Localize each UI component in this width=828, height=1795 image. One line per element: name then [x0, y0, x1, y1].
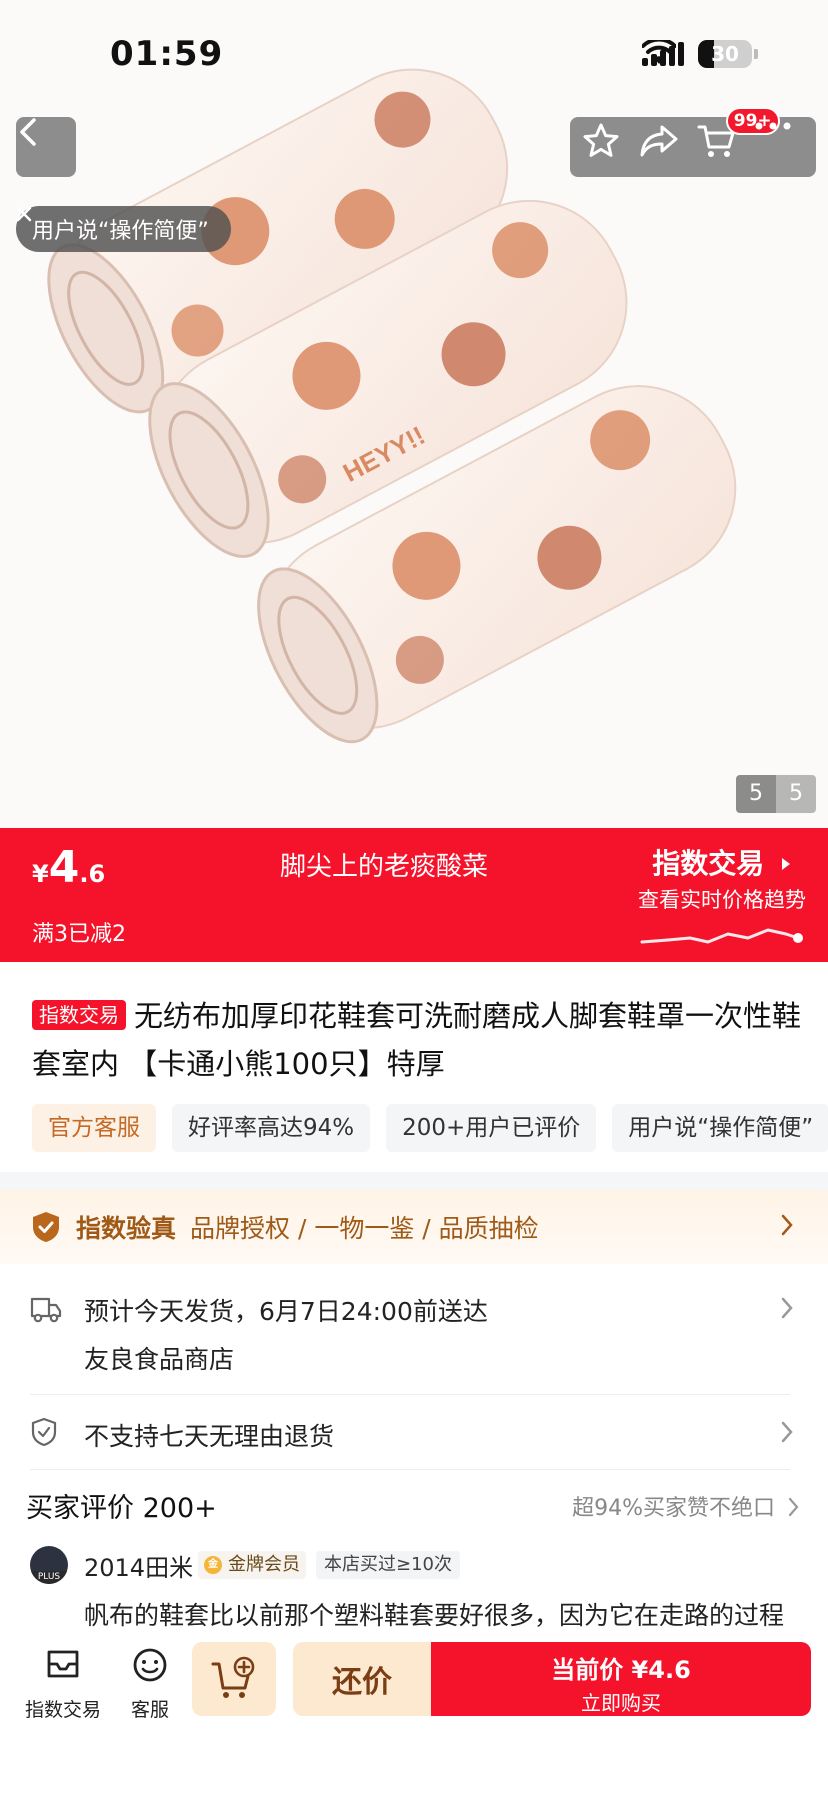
chevron-right-icon — [781, 1214, 793, 1236]
reviewer-name: 2014田米 — [84, 1554, 194, 1582]
return-shield-icon — [31, 1417, 57, 1447]
index-trade-link[interactable]: 指数交易 — [652, 842, 792, 882]
reviews-heading: 买家评价 200+ — [26, 1493, 217, 1524]
product-image-carousel[interactable]: HEYY!! 01:59 30 99+ 用户说“操作简便” 5 5 — [0, 0, 828, 828]
member-label: 金牌会员 — [228, 1554, 300, 1575]
index-trade-icon — [47, 1650, 79, 1678]
battery-icon: 30 — [698, 40, 752, 68]
tag-positive-rate[interactable]: 好评率高达94% — [172, 1104, 371, 1152]
image-counter: 5 5 — [736, 775, 816, 813]
currency-symbol: ¥ — [32, 860, 49, 888]
product-tag-row: 官方客服 好评率高达94% 200+用户已评价 用户说“操作简便” — [32, 1104, 828, 1152]
product-detail-page: HEYY!! 01:59 30 99+ 用户说“操作简便” 5 5 ¥4.6 满… — [0, 0, 828, 1795]
wifi-icon — [642, 40, 676, 64]
back-button[interactable] — [16, 117, 76, 177]
share-button[interactable] — [638, 121, 690, 173]
reviews-summary: 超94%买家赞不绝口 — [572, 1496, 775, 1521]
chevron-right-icon — [781, 1297, 793, 1319]
buy-now-label: 立即购买 — [581, 1691, 661, 1715]
index-trade-tab[interactable]: 指数交易 — [22, 1646, 104, 1722]
close-icon[interactable] — [16, 206, 32, 222]
review-text[interactable]: 帆布的鞋套比以前那个塑料鞋套要好很多，因为它在走路的过程 — [84, 1596, 784, 1632]
product-title-block: 指数交易 无纺布加厚印花鞋套可洗耐磨成人脚套鞋罩一次性鞋套室内 【卡通小熊100只… — [32, 992, 812, 1088]
star-icon — [583, 123, 619, 157]
price-decimal: .6 — [79, 860, 106, 888]
back-icon — [20, 118, 36, 146]
status-bar: 01:59 30 — [0, 0, 828, 110]
bargain-button[interactable]: 还价 — [293, 1642, 431, 1716]
price-banner: ¥4.6 满3已减2 脚尖上的老痰酸菜 指数交易 查看实时价格趋势 — [0, 828, 828, 962]
bottom-action-bar: 指数交易 客服 还价 当前价 ¥4.6 立即购买 — [0, 1628, 828, 1795]
share-icon — [640, 125, 678, 157]
tag-official-service[interactable]: 官方客服 — [32, 1104, 156, 1152]
truck-icon — [30, 1297, 62, 1323]
status-time: 01:59 — [110, 34, 224, 74]
cart-button[interactable]: 99+ — [696, 107, 780, 173]
user-voice-text: 用户说“操作简便” — [32, 219, 209, 244]
add-cart-icon — [211, 1656, 255, 1698]
banner-store-title: 脚尖上的老痰酸菜 — [280, 852, 489, 882]
price-trend-link[interactable]: 查看实时价格趋势 — [638, 884, 806, 914]
buy-now-button[interactable]: 当前价 ¥4.6 立即购买 — [431, 1642, 811, 1716]
caret-right-icon — [782, 858, 790, 870]
authenticity-title: 指数验真 — [76, 1214, 177, 1243]
member-badge: 金 金牌会员 — [198, 1551, 306, 1579]
image-total: 5 — [776, 775, 816, 813]
shipping-row[interactable]: 预计今天发货，6月7日24:00前送达 友良食品商店 — [0, 1264, 828, 1394]
service-tab[interactable]: 客服 — [120, 1646, 180, 1722]
service-tab-label: 客服 — [130, 1699, 169, 1721]
price-trend-sparkline — [640, 928, 803, 944]
reviews-summary-link[interactable]: 超94%买家赞不绝口 — [572, 1490, 800, 1522]
current-price: ¥4.6 — [32, 842, 105, 893]
user-voice-tag[interactable]: 用户说“操作简便” — [16, 206, 231, 252]
price-integer: 4 — [48, 842, 80, 893]
shop-name: 友良食品商店 — [84, 1345, 235, 1374]
battery-level: 30 — [711, 42, 739, 66]
more-icon — [755, 122, 791, 130]
battery-tip — [754, 49, 758, 59]
chevron-right-icon — [788, 1497, 799, 1517]
index-trade-tab-label: 指数交易 — [24, 1699, 101, 1721]
section-gap — [0, 1172, 828, 1190]
top-action-bar: 99+ — [570, 107, 816, 177]
authenticity-items: 品牌授权 / 一物一鉴 / 品质抽检 — [190, 1214, 539, 1243]
service-icon — [133, 1648, 167, 1682]
status-icons: 30 — [642, 40, 758, 68]
more-button[interactable] — [753, 121, 805, 173]
return-policy-row[interactable]: 不支持七天无理由退货 — [0, 1395, 828, 1469]
chevron-right-icon — [781, 1421, 793, 1443]
shield-icon — [33, 1212, 59, 1242]
authenticity-row[interactable]: 指数验真 品牌授权 / 一物一鉴 / 品质抽检 — [0, 1190, 828, 1264]
plus-badge: PLUS — [30, 1571, 68, 1584]
product-title: 无纺布加厚印花鞋套可洗耐磨成人脚套鞋罩一次性鞋套室内 【卡通小熊100只】特厚 — [32, 999, 802, 1081]
index-trade-label: 指数交易 — [652, 847, 765, 880]
tag-review-count[interactable]: 200+用户已评价 — [386, 1104, 597, 1152]
purchase-count-badge: 本店买过≥10次 — [316, 1551, 460, 1579]
buy-now-price: 当前价 ¥4.6 — [551, 1656, 691, 1684]
image-index: 5 — [736, 775, 776, 813]
gold-coin-icon: 金 — [204, 1556, 222, 1574]
index-trade-badge: 指数交易 — [32, 1000, 126, 1030]
divider — [30, 1469, 790, 1470]
reviewer-avatar: PLUS — [30, 1546, 68, 1584]
favorite-button[interactable] — [581, 121, 633, 173]
add-to-cart-button[interactable] — [192, 1642, 276, 1716]
promo-text: 满3已减2 — [32, 922, 126, 947]
tag-user-voice[interactable]: 用户说“操作简便” — [612, 1104, 828, 1152]
return-policy-text: 不支持七天无理由退货 — [84, 1422, 335, 1451]
delivery-estimate: 预计今天发货，6月7日24:00前送达 — [84, 1297, 488, 1326]
